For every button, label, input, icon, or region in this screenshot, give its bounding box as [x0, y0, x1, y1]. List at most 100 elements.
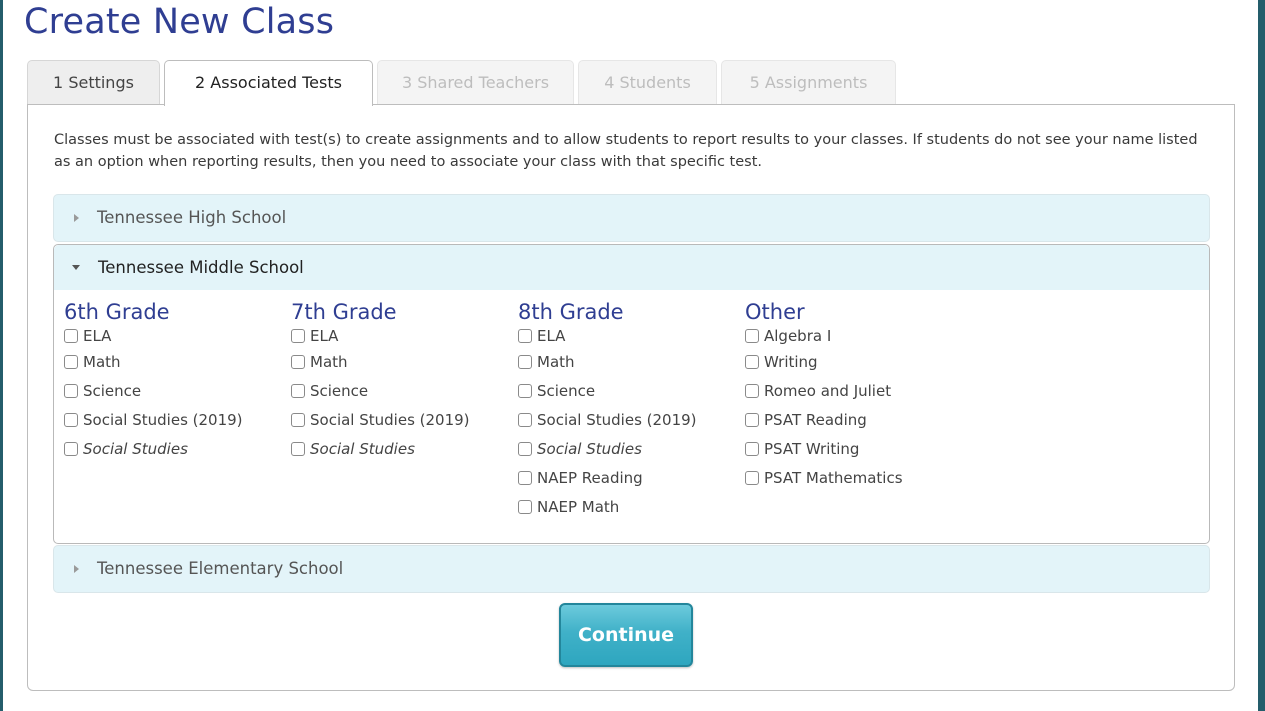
group-title: 7th Grade	[291, 300, 397, 324]
checkbox-label: Social Studies	[537, 439, 642, 458]
checkbox-label: Social Studies	[83, 439, 188, 458]
group-title: Other	[745, 300, 805, 324]
tab-content-panel: Classes must be associated with test(s) …	[27, 104, 1235, 691]
test-option-8th-grade-science[interactable]: Science	[518, 376, 745, 405]
test-option-other-psat-reading[interactable]: PSAT Reading	[745, 405, 972, 434]
continue-button[interactable]: Continue	[559, 603, 693, 667]
checkbox[interactable]	[745, 470, 759, 485]
accordion-label: Tennessee Elementary School	[97, 559, 344, 578]
test-option-other-algebra-i[interactable]: Algebra I	[745, 324, 972, 347]
checkbox-label: Social Studies	[310, 439, 415, 458]
test-group-6th-grade: 6th Grade ELA Math Science Social Studies (2…	[64, 300, 291, 521]
test-option-8th-grade-social-studies-2019[interactable]: Social Studies (2019)	[518, 405, 745, 434]
test-group-8th-grade: 8th Grade ELA Math Science Social Studies (2…	[518, 300, 745, 521]
checkbox-label: Social Studies (2019)	[83, 410, 243, 429]
checkbox-label: Social Studies (2019)	[537, 410, 697, 429]
accordion-middle-school: Tennessee Middle School 6th Grade ELA Math…	[53, 244, 1210, 544]
test-option-8th-grade-naep-math[interactable]: NAEP Math	[518, 492, 745, 521]
checkbox-label: ELA	[310, 326, 339, 345]
test-option-7th-grade-social-studies-legacy[interactable]: Social Studies	[291, 434, 518, 463]
checkbox[interactable]	[745, 328, 759, 343]
test-option-7th-grade-science[interactable]: Science	[291, 376, 518, 405]
checkbox-label: Math	[537, 352, 575, 371]
checkbox[interactable]	[64, 441, 78, 456]
checkbox[interactable]	[291, 328, 305, 343]
checkbox-label: ELA	[83, 326, 112, 345]
test-option-other-writing[interactable]: Writing	[745, 347, 972, 376]
tab-shared-teachers: 3 Shared Teachers	[377, 60, 574, 105]
checkbox-label: Science	[310, 381, 369, 400]
intro-text: Classes must be associated with test(s) …	[54, 132, 1198, 170]
test-option-8th-grade-naep-reading[interactable]: NAEP Reading	[518, 463, 745, 492]
test-option-8th-grade-social-studies-legacy[interactable]: Social Studies	[518, 434, 745, 463]
test-option-6th-grade-math[interactable]: Math	[64, 347, 291, 376]
checkbox-label: Science	[537, 381, 596, 400]
test-option-other-psat-mathematics[interactable]: PSAT Mathematics	[745, 463, 972, 492]
accordion-elementary-school: Tennessee Elementary School	[53, 545, 1210, 593]
group-title: 6th Grade	[64, 300, 170, 324]
caret-down-icon	[72, 265, 80, 270]
checkbox[interactable]	[291, 354, 305, 369]
checkbox-label: ELA	[537, 326, 566, 345]
checkbox-label: Writing	[764, 352, 818, 371]
window-frame-left	[0, 0, 3, 711]
test-option-6th-grade-ela[interactable]: ELA	[64, 324, 291, 347]
test-option-6th-grade-science[interactable]: Science	[64, 376, 291, 405]
checkbox[interactable]	[745, 354, 759, 369]
accordion-header-elementary-school[interactable]: Tennessee Elementary School	[54, 546, 1209, 591]
checkbox[interactable]	[745, 441, 759, 456]
accordion-label: Tennessee Middle School	[98, 258, 304, 277]
accordion-header-middle-school[interactable]: Tennessee Middle School	[54, 245, 1209, 290]
checkbox[interactable]	[291, 383, 305, 398]
checkbox[interactable]	[745, 383, 759, 398]
checkbox-label: PSAT Reading	[764, 410, 867, 429]
checkbox[interactable]	[518, 383, 532, 398]
checkbox-label: Algebra I	[764, 326, 832, 345]
checkbox[interactable]	[518, 499, 532, 514]
checkbox[interactable]	[745, 412, 759, 427]
caret-right-icon	[74, 213, 79, 222]
accordion-high-school: Tennessee High School	[53, 194, 1210, 242]
test-option-8th-grade-math[interactable]: Math	[518, 347, 745, 376]
window-frame-right	[1258, 0, 1265, 711]
checkbox[interactable]	[64, 412, 78, 427]
checkbox-label: NAEP Math	[537, 497, 620, 516]
test-option-7th-grade-social-studies-2019[interactable]: Social Studies (2019)	[291, 405, 518, 434]
checkbox-label: Science	[83, 381, 142, 400]
accordion-header-high-school[interactable]: Tennessee High School	[54, 195, 1209, 240]
wizard-tabs: 1 Settings 2 Associated Tests 3 Shared T…	[27, 60, 900, 106]
test-option-8th-grade-ela[interactable]: ELA	[518, 324, 745, 347]
test-option-other-psat-writing[interactable]: PSAT Writing	[745, 434, 972, 463]
checkbox[interactable]	[518, 441, 532, 456]
test-option-6th-grade-social-studies-2019[interactable]: Social Studies (2019)	[64, 405, 291, 434]
test-groups: 6th Grade ELA Math Science Social Studies (2…	[54, 290, 1209, 521]
checkbox[interactable]	[291, 441, 305, 456]
checkbox-label: NAEP Reading	[537, 468, 643, 487]
checkbox[interactable]	[64, 354, 78, 369]
test-option-other-romeo-and-juliet[interactable]: Romeo and Juliet	[745, 376, 972, 405]
checkbox-label: Social Studies (2019)	[310, 410, 470, 429]
tab-students: 4 Students	[578, 60, 717, 105]
checkbox-label: PSAT Writing	[764, 439, 860, 458]
checkbox-label: Math	[310, 352, 348, 371]
group-title: 8th Grade	[518, 300, 624, 324]
caret-right-icon	[74, 564, 79, 573]
page-title: Create New Class	[24, 2, 335, 42]
test-option-7th-grade-ela[interactable]: ELA	[291, 324, 518, 347]
checkbox-label: Math	[83, 352, 121, 371]
checkbox[interactable]	[64, 383, 78, 398]
checkbox[interactable]	[518, 328, 532, 343]
test-group-other: Other Algebra I Writing Romeo and Juliet PSA…	[745, 300, 972, 521]
checkbox[interactable]	[64, 328, 78, 343]
checkbox[interactable]	[518, 412, 532, 427]
tab-settings[interactable]: 1 Settings	[27, 60, 160, 105]
test-option-6th-grade-social-studies-legacy[interactable]: Social Studies	[64, 434, 291, 463]
tab-associated-tests[interactable]: 2 Associated Tests	[164, 60, 373, 106]
checkbox[interactable]	[518, 354, 532, 369]
checkbox[interactable]	[291, 412, 305, 427]
test-option-7th-grade-math[interactable]: Math	[291, 347, 518, 376]
tab-assignments: 5 Assignments	[721, 60, 896, 105]
checkbox-label: PSAT Mathematics	[764, 468, 903, 487]
checkbox[interactable]	[518, 470, 532, 485]
checkbox-label: Romeo and Juliet	[764, 381, 892, 400]
